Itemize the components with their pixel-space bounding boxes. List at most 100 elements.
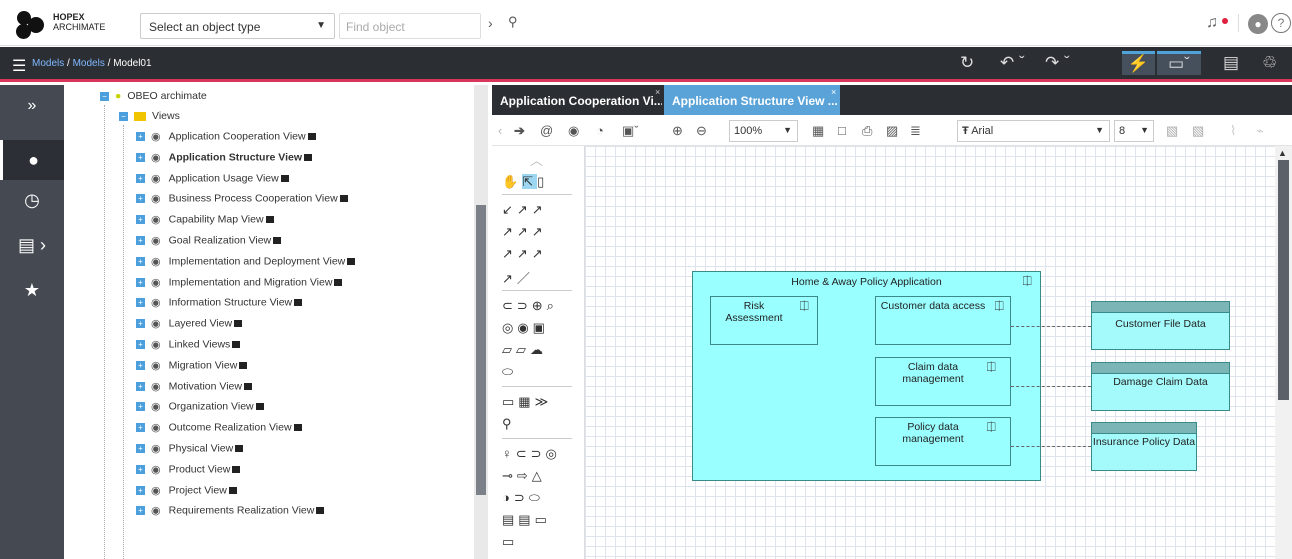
tree-scrollbar-thumb[interactable] [476, 205, 486, 495]
relation-tools-4[interactable]: ↗／ [502, 268, 534, 287]
format2-icon[interactable]: ▧ [1192, 123, 1204, 139]
expand-icon[interactable]: + [136, 506, 145, 516]
diagram-mode-icon[interactable]: ⚡ [1122, 51, 1155, 75]
brush-icon[interactable]: ⌇ [1230, 123, 1236, 139]
tree-item-view[interactable]: + ◉ Capability Map View [136, 213, 274, 233]
navigate-icon[interactable]: ➔ [514, 123, 525, 139]
tree-item-view[interactable]: + ◉ Product View [136, 463, 241, 483]
expand-icon[interactable]: + [136, 236, 145, 245]
tree-item-view[interactable]: + ◉ Application Cooperation View [136, 130, 316, 150]
expand-icon[interactable]: + [136, 485, 145, 495]
align-icon[interactable]: ≣ [910, 123, 921, 139]
help-icon[interactable]: ? [1271, 13, 1291, 33]
breadcrumb-link-models-2[interactable]: Models [73, 58, 105, 69]
zoom-in-icon[interactable]: ⊕ [672, 123, 683, 139]
component-customer-data-access[interactable]: Customer data access ⎅ [875, 296, 1011, 345]
tab-application-cooperation-view[interactable]: Application Cooperation Vi... [492, 85, 662, 115]
expand-icon[interactable]: + [136, 298, 145, 308]
access-relation[interactable] [1011, 326, 1091, 327]
expand-icon[interactable]: + [136, 215, 145, 225]
tree-folder-views[interactable]: − Views [119, 110, 180, 130]
diagram-canvas[interactable]: Home & Away Policy Application ⎅ Risk As… [585, 146, 1275, 559]
expand-icon[interactable]: + [136, 381, 145, 391]
display-mode-icon[interactable]: ▭ˇ [1157, 51, 1201, 75]
tree-item-view[interactable]: + ◉ Physical View [136, 442, 244, 462]
relation-tools-1[interactable]: ↙↗↗ [502, 202, 547, 218]
tree-item-view[interactable]: + ◉ Application Usage View [136, 172, 289, 192]
favorites-star-icon[interactable]: ★ [0, 280, 64, 301]
list-icon[interactable]: ▤ › [0, 235, 64, 256]
element-tools-3[interactable]: ▱▱☁ [502, 342, 547, 358]
element-tools-6[interactable]: ⚲ [502, 416, 516, 432]
expand-icon[interactable]: + [136, 402, 145, 412]
element-tools-2[interactable]: ◎◉▣ [502, 320, 549, 336]
expand-icon[interactable]: + [136, 423, 145, 433]
user-avatar-icon[interactable]: ● [1248, 14, 1268, 34]
element-tools-4[interactable]: ⬭ [502, 364, 517, 380]
go-arrow-icon[interactable]: › [488, 15, 493, 31]
access-relation[interactable] [1011, 386, 1091, 387]
component-claim-data-management[interactable]: Claim data management ⎅ [875, 357, 1011, 406]
element-tools-11[interactable]: ▭ [502, 534, 518, 550]
relation-tools-2[interactable]: ↗↗↗ [502, 224, 547, 240]
close-tab-icon[interactable]: × [831, 87, 836, 97]
undo-icon[interactable]: ↶ ˇ [1000, 53, 1025, 73]
search-icon[interactable]: ⚲ [508, 14, 518, 30]
element-tools-10[interactable]: ▤▤▭ [502, 512, 551, 528]
tree-item-view[interactable]: + ◉ Business Process Cooperation View [136, 192, 348, 212]
tree-item-view[interactable]: + ◉ Information Structure View [136, 296, 303, 316]
pointer-tools[interactable]: ✋⇱▯ [502, 174, 548, 190]
grid-icon[interactable]: ▦ [812, 123, 824, 139]
collapse-icon[interactable]: − [100, 91, 109, 101]
element-tools-7[interactable]: ♀⊂⊃◎ [502, 446, 561, 462]
object-type-select[interactable]: Select an object type ▼ [140, 13, 335, 39]
tree-scrollbar[interactable] [474, 85, 488, 559]
expand-nav-icon[interactable]: » [0, 97, 64, 115]
refresh-icon[interactable]: ↻ [960, 53, 974, 73]
font-size-select[interactable]: 8 ▼ [1114, 120, 1154, 142]
data-object-customer-file[interactable]: Customer File Data [1091, 301, 1230, 350]
gauge-icon[interactable]: ◔ [596, 123, 604, 138]
print-icon[interactable]: ⎙ [862, 123, 872, 139]
back-icon[interactable]: ‹ [498, 123, 502, 138]
tree-item-view[interactable]: + ◉ Layered View [136, 317, 243, 337]
tree-item-view[interactable]: + ◉ Project View [136, 484, 237, 504]
tree-item-view[interactable]: + ◉ Outcome Realization View [136, 421, 302, 441]
notification-bell-icon[interactable]: ♫ [1206, 14, 1218, 32]
component-risk-assessment[interactable]: Risk Assessment ⎅ [710, 296, 818, 345]
eraser-icon[interactable]: ⌁ [1256, 123, 1264, 139]
expand-icon[interactable]: + [136, 444, 145, 453]
expand-icon[interactable]: + [136, 256, 145, 266]
recycle-icon[interactable]: ♲ [1262, 53, 1277, 73]
tree-item-view[interactable]: + ◉ Goal Realization View [136, 234, 282, 254]
image-icon[interactable]: ▣ˇ [622, 123, 639, 139]
element-tools-5[interactable]: ▭▦≫ [502, 394, 552, 410]
tree-item-view[interactable]: + ◉ Migration View [136, 359, 248, 379]
tree-item-view[interactable]: + ◉ Linked Views [136, 338, 241, 358]
tree-root[interactable]: − ● OBEO archimate [100, 90, 207, 110]
frame-icon[interactable]: □ [838, 123, 846, 138]
expand-icon[interactable]: + [136, 132, 145, 141]
tree-item-view[interactable]: + ◉ Implementation and Migration View [136, 276, 343, 296]
tree-item-view[interactable]: + ◉ Application Structure View [136, 151, 313, 171]
scroll-up-icon[interactable]: ︿ [530, 150, 547, 169]
zoom-out-icon[interactable]: ⊖ [696, 123, 707, 139]
expand-icon[interactable]: + [136, 194, 145, 204]
element-tools-1[interactable]: ⊂⊃⊕⌕ [502, 298, 558, 314]
tab-application-structure-view[interactable]: Application Structure View ... [664, 85, 840, 115]
at-icon[interactable]: @ [540, 123, 553, 138]
properties-icon[interactable]: ▤ [1223, 53, 1239, 73]
breadcrumb-link-models[interactable]: Models [32, 58, 64, 69]
component-policy-data-management[interactable]: Policy data management ⎅ [875, 417, 1011, 466]
element-tools-8[interactable]: ⊸⇨△ [502, 468, 546, 484]
zoom-select[interactable]: 100% ▼ [729, 120, 798, 142]
picture-icon[interactable]: ▨ [886, 123, 898, 139]
tree-item-view[interactable]: + ◉ Implementation and Deployment View [136, 255, 356, 275]
data-object-insurance-policy[interactable]: Insurance Policy Data [1091, 422, 1197, 471]
format-icon[interactable]: ▧ [1166, 123, 1178, 139]
relation-tools-3[interactable]: ↗↗↗ [502, 246, 547, 262]
tree-item-view[interactable]: + ◉ Requirements Realization View [136, 504, 325, 524]
tree-item-view[interactable]: + ◉ Motivation View [136, 380, 252, 400]
collapse-icon[interactable]: − [119, 111, 128, 121]
scroll-up-icon[interactable]: ▲ [1278, 148, 1287, 158]
